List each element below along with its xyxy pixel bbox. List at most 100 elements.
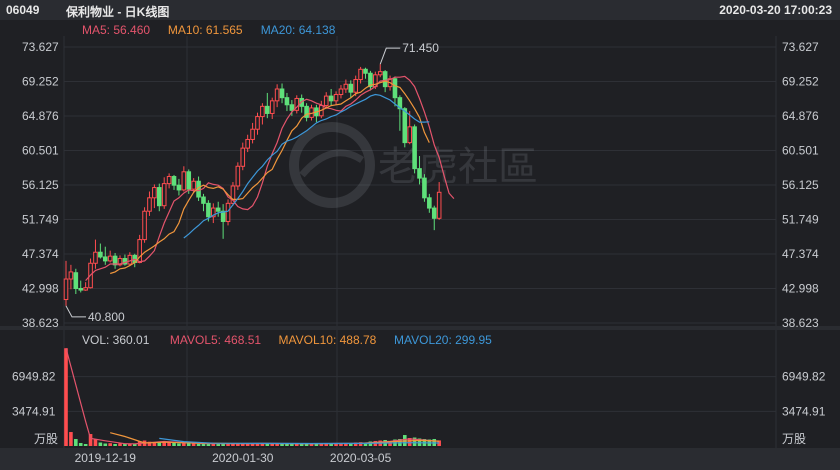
- volume-bar: [314, 444, 319, 446]
- price-tick-left: 64.876: [22, 109, 59, 123]
- x-tick-label: 2019-12-19: [75, 451, 137, 465]
- volume-bar: [285, 443, 289, 446]
- price-tick-left: 69.252: [22, 74, 59, 88]
- volume-bar: [201, 443, 206, 446]
- volume-bar: [196, 443, 201, 446]
- candle-body: [73, 272, 79, 289]
- candle-body: [436, 191, 442, 219]
- price-tick-left: 73.627: [22, 40, 59, 54]
- legend-ma10: MA10: 61.565: [168, 23, 243, 37]
- price-tick-right: 64.876: [782, 109, 819, 123]
- candle-body: [343, 83, 349, 90]
- price-tick-right: 73.627: [782, 40, 819, 54]
- price-tick-left: 51.749: [22, 213, 59, 227]
- candle-body: [323, 95, 329, 107]
- candle-body: [171, 176, 177, 186]
- candle-body: [250, 128, 255, 140]
- volume-bar: [78, 443, 83, 446]
- legend-mavol5: MAVOL5: 468.51: [170, 333, 261, 347]
- volume-bar: [206, 444, 211, 446]
- candle-body: [422, 177, 427, 199]
- price-tick-left: 60.501: [22, 143, 59, 157]
- candle-body: [166, 176, 172, 185]
- volume-bar: [64, 348, 68, 446]
- candle-body: [427, 197, 432, 209]
- price-tick-left: 56.125: [22, 178, 59, 192]
- candle-body: [78, 287, 84, 291]
- volume-tick-right: 3474.91: [782, 404, 826, 418]
- price-tick-right: 47.374: [782, 247, 819, 261]
- candle-body: [201, 196, 206, 204]
- candle-body: [431, 207, 437, 219]
- price-tick-right: 60.501: [782, 143, 819, 157]
- volume-tick-left: 6949.82: [12, 370, 56, 384]
- volume-bar: [103, 443, 108, 446]
- candle-body: [93, 251, 98, 264]
- candle-body: [382, 71, 388, 88]
- candle-body: [402, 108, 408, 144]
- candle-body: [68, 271, 74, 280]
- candle-body: [255, 116, 260, 130]
- legend-vol: VOL: 360.01: [82, 333, 150, 347]
- price-tick-right: 69.252: [782, 74, 819, 88]
- candle-body: [181, 171, 187, 191]
- candle-body: [186, 171, 192, 190]
- candle-body: [127, 254, 133, 265]
- volume-bar: [74, 439, 78, 446]
- price-tick-right: 42.998: [782, 282, 819, 296]
- legend-ma20: MA20: 64.138: [261, 23, 336, 37]
- candle-body: [240, 147, 246, 167]
- candle-body: [245, 138, 250, 149]
- volume-bar: [177, 443, 181, 446]
- candle-body: [63, 278, 69, 301]
- volume-bar: [167, 442, 171, 446]
- candle-body: [328, 95, 334, 102]
- price-tick-right: 38.623: [782, 316, 819, 330]
- candle-body: [142, 210, 147, 241]
- price-tick-right: 51.749: [782, 213, 819, 227]
- legend-ma5: MA5: 56.460: [82, 23, 150, 37]
- legend-mavol20: MAVOL20: 299.95: [394, 333, 492, 347]
- volume-bar: [348, 443, 353, 446]
- volume-bar: [113, 444, 117, 446]
- price-tick-left: 42.998: [22, 282, 59, 296]
- watermark-text: 老虎社區: [378, 145, 538, 189]
- candle-body: [176, 184, 182, 191]
- x-tick-label: 2020-01-30: [212, 451, 274, 465]
- panel-separator: [0, 326, 840, 330]
- candle-body: [206, 202, 211, 218]
- volume-bar: [118, 443, 122, 446]
- legend-mavol10: MAVOL10: 488.78: [279, 333, 377, 347]
- candle-body: [107, 255, 113, 262]
- volume-bar: [83, 444, 88, 446]
- volume-bar: [98, 442, 103, 446]
- volume-tick-left: 3474.91: [12, 404, 56, 418]
- candle-body: [235, 165, 241, 187]
- price-tick-right: 56.125: [782, 178, 819, 192]
- candle-body: [417, 168, 422, 179]
- candle-body: [215, 207, 221, 212]
- candle-body: [83, 287, 88, 291]
- volume-bar: [108, 443, 112, 446]
- x-tick-label: 2020-03-05: [330, 451, 392, 465]
- volume-bar: [304, 444, 309, 446]
- candle-body: [191, 180, 196, 190]
- candlestick-chart: 老虎社區 MA5: 56.460 MA10: 61.565 MA20: 64.138…: [0, 20, 840, 470]
- candle-body: [269, 100, 275, 114]
- candle-body: [338, 88, 344, 96]
- volume-bar: [182, 443, 186, 446]
- candle-body: [412, 126, 417, 170]
- candle-body: [392, 78, 398, 99]
- volume-bar: [93, 439, 98, 446]
- volume-unit-right: 万股: [782, 432, 806, 446]
- candle-body: [377, 71, 383, 76]
- candle-body: [333, 94, 339, 102]
- volume-tick-right: 6949.82: [782, 370, 826, 384]
- candle-body: [289, 104, 295, 111]
- candle-body: [102, 256, 108, 262]
- candle-body: [156, 187, 162, 207]
- annotation-high: 71.450: [402, 41, 439, 55]
- candle-body: [152, 187, 157, 199]
- candle-body: [265, 105, 270, 114]
- candle-body: [348, 83, 354, 93]
